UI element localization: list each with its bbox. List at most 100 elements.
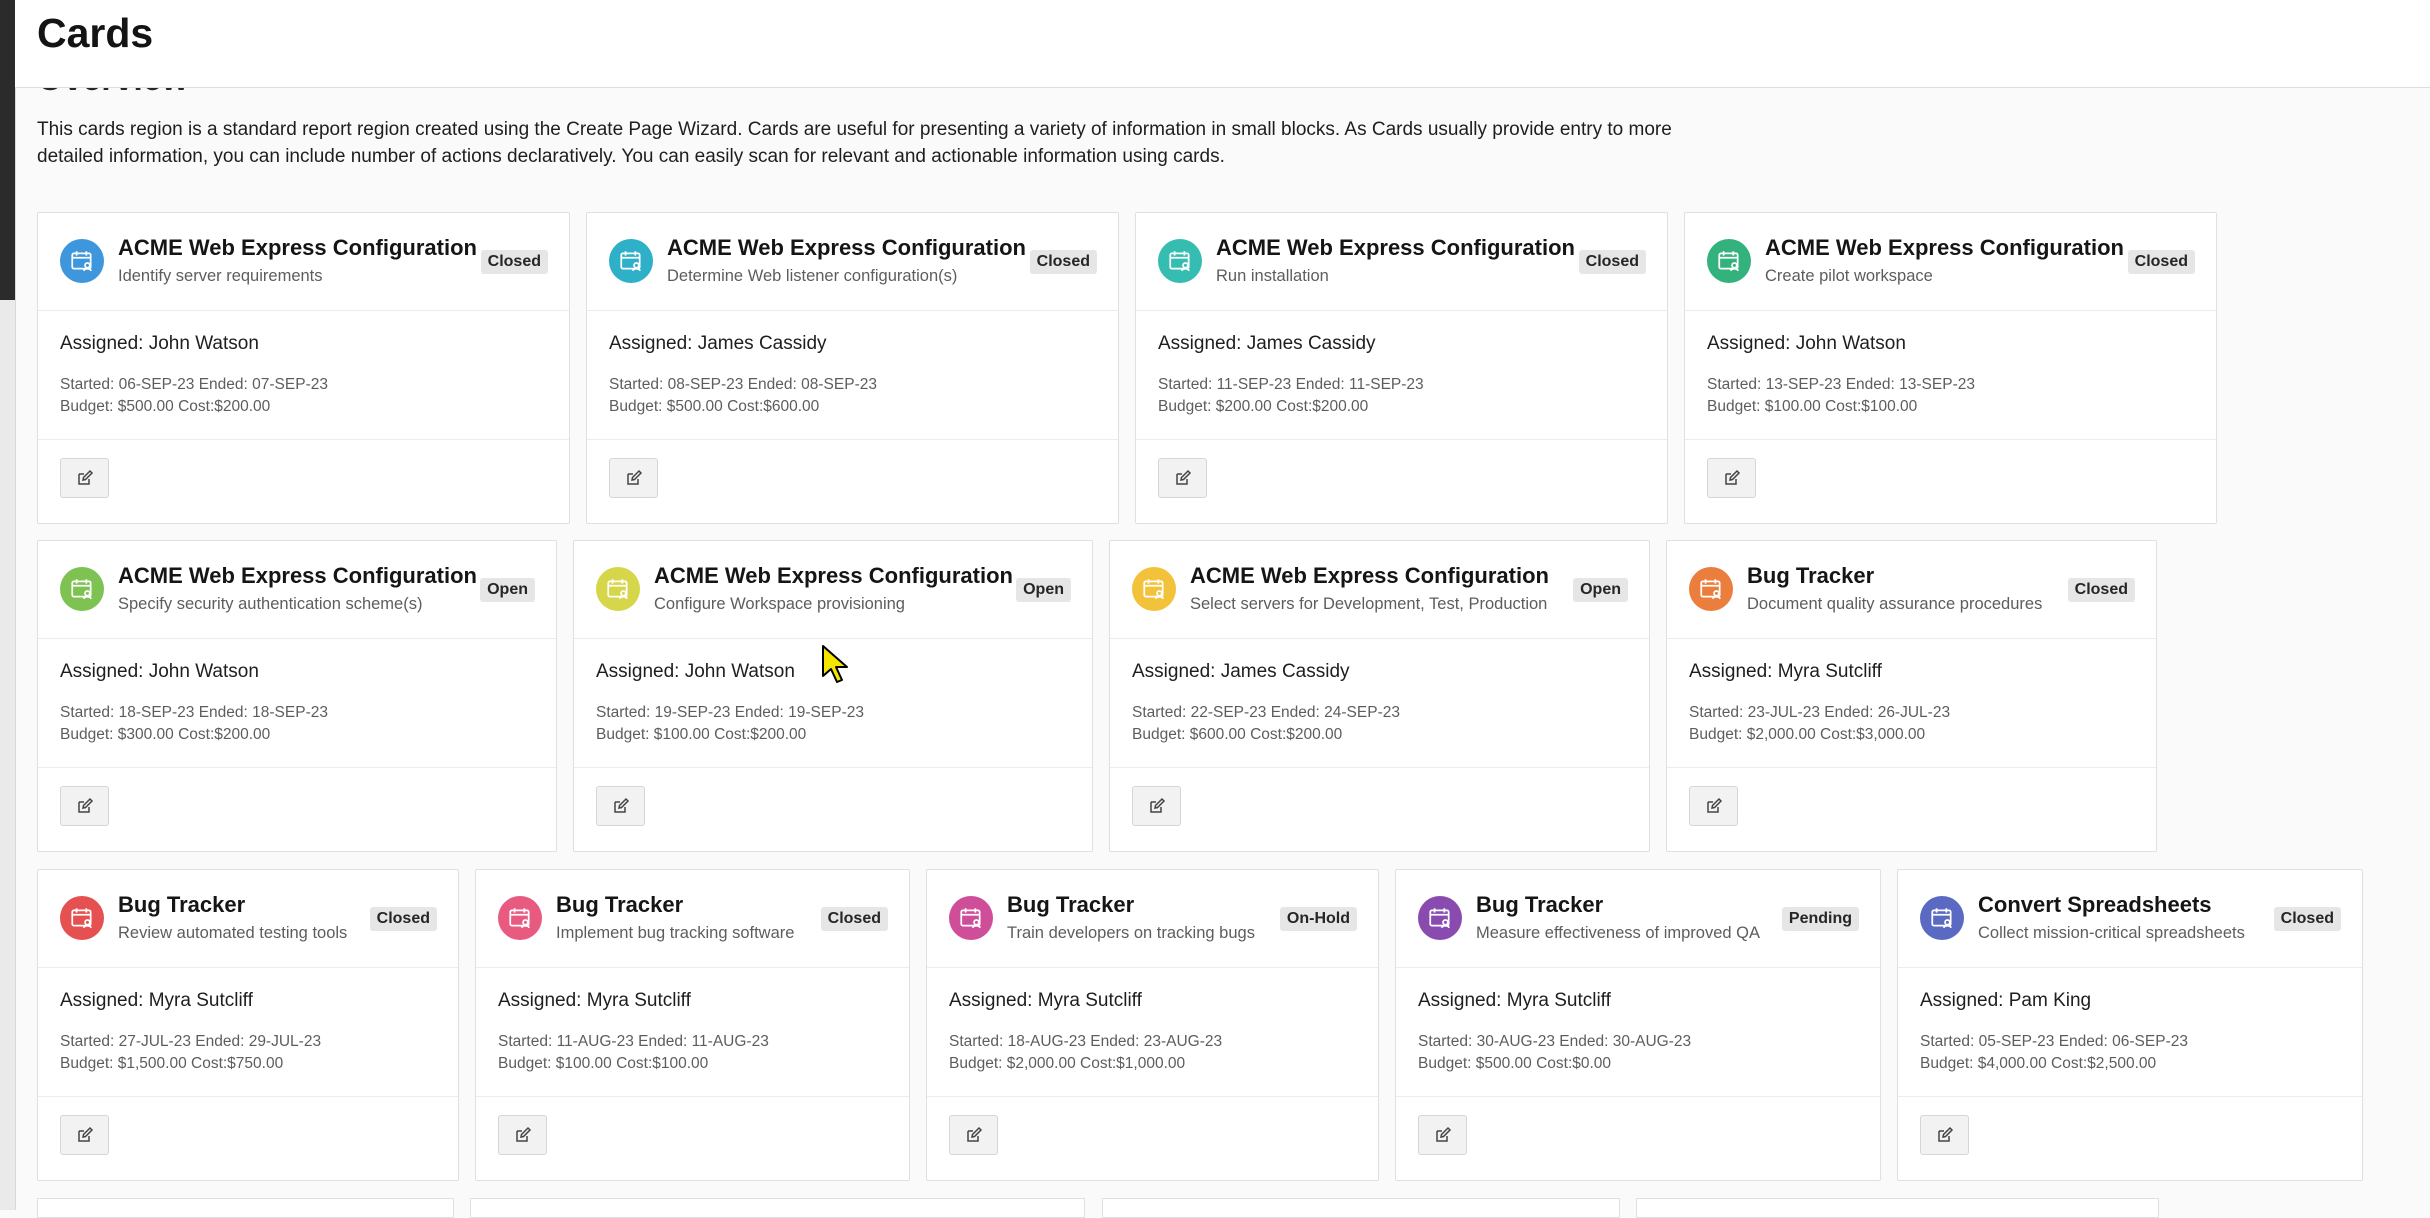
card-footer-divider bbox=[38, 1096, 458, 1097]
card: Bug Tracker Review automated testing tool… bbox=[37, 869, 459, 1181]
card-details: Started: 06-SEP-23 Ended: 07-SEP-23 Budge… bbox=[60, 374, 328, 418]
card-dates: Started: 11-SEP-23 Ended: 11-SEP-23 bbox=[1158, 376, 1424, 393]
calendar-person-icon bbox=[1418, 896, 1462, 940]
card-footer-divider bbox=[1898, 1096, 2362, 1097]
edit-pencil-icon bbox=[624, 468, 644, 488]
card-dates: Started: 27-JUL-23 Ended: 29-JUL-23 bbox=[60, 1033, 322, 1050]
card-title: ACME Web Express Configuration bbox=[118, 235, 477, 260]
edit-pencil-icon bbox=[75, 796, 95, 816]
status-badge: On-Hold bbox=[1279, 907, 1357, 931]
edit-button[interactable] bbox=[1920, 1115, 1969, 1155]
card-title: ACME Web Express Configuration bbox=[1190, 563, 1549, 588]
edit-pencil-icon bbox=[1722, 468, 1742, 488]
edit-button[interactable] bbox=[60, 786, 109, 826]
card-budget: Budget: $4,000.00 Cost:$2,500.00 bbox=[1920, 1055, 2157, 1072]
card-footer-divider bbox=[1667, 767, 2156, 768]
card-budget: Budget: $100.00 Cost:$100.00 bbox=[498, 1055, 709, 1072]
card-subtitle: Create pilot workspace bbox=[1765, 267, 1933, 285]
status-badge: Pending bbox=[1781, 907, 1859, 931]
card-budget: Budget: $100.00 Cost:$100.00 bbox=[1707, 398, 1918, 415]
card-footer-divider bbox=[1685, 439, 2216, 440]
card: Bug Tracker Measure effectiveness of impr… bbox=[1395, 869, 1881, 1181]
card-title: ACME Web Express Configuration bbox=[1765, 235, 2124, 260]
status-badge: Closed bbox=[2067, 578, 2135, 602]
card-title: ACME Web Express Configuration bbox=[654, 563, 1013, 588]
card-budget: Budget: $200.00 Cost:$200.00 bbox=[1158, 398, 1369, 415]
edit-button[interactable] bbox=[498, 1115, 547, 1155]
edit-button[interactable] bbox=[1707, 458, 1756, 498]
edit-button[interactable] bbox=[1158, 458, 1207, 498]
card-footer-divider bbox=[476, 1096, 909, 1097]
edit-button[interactable] bbox=[949, 1115, 998, 1155]
status-badge: Closed bbox=[480, 250, 548, 274]
card-details: Started: 13-SEP-23 Ended: 13-SEP-23 Budge… bbox=[1707, 374, 1975, 418]
card-partial bbox=[470, 1198, 1085, 1218]
calendar-person-icon bbox=[1158, 239, 1202, 283]
card-assigned: Assigned: Myra Sutcliff bbox=[1418, 990, 1611, 1011]
card-title: Bug Tracker bbox=[556, 892, 684, 917]
status-badge: Closed bbox=[2127, 250, 2195, 274]
edit-pencil-icon bbox=[1935, 1125, 1955, 1145]
edit-pencil-icon bbox=[611, 796, 631, 816]
status-badge: Open bbox=[1573, 578, 1628, 602]
edit-button[interactable] bbox=[596, 786, 645, 826]
edit-button[interactable] bbox=[1132, 786, 1181, 826]
calendar-person-icon bbox=[1132, 567, 1176, 611]
card-subtitle: Select servers for Development, Test, Pr… bbox=[1190, 595, 1548, 613]
card-subtitle: Implement bug tracking software bbox=[556, 924, 795, 942]
card-title: Bug Tracker bbox=[1007, 892, 1135, 917]
mouse-pointer-icon bbox=[822, 645, 848, 683]
card: Bug Tracker Train developers on tracking … bbox=[926, 869, 1379, 1181]
card-details: Started: 30-AUG-23 Ended: 30-AUG-23 Budge… bbox=[1418, 1031, 1691, 1075]
edit-pencil-icon bbox=[1147, 796, 1167, 816]
edit-button[interactable] bbox=[60, 458, 109, 498]
card-dates: Started: 18-AUG-23 Ended: 23-AUG-23 bbox=[949, 1033, 1223, 1050]
edit-button[interactable] bbox=[1689, 786, 1738, 826]
status-badge: Closed bbox=[2273, 907, 2341, 931]
card-dates: Started: 13-SEP-23 Ended: 13-SEP-23 bbox=[1707, 376, 1975, 393]
status-badge: Open bbox=[1016, 578, 1071, 602]
card: ACME Web Express Configuration Select ser… bbox=[1109, 540, 1650, 852]
card-budget: Budget: $500.00 Cost:$600.00 bbox=[609, 398, 820, 415]
card-details: Started: 23-JUL-23 Ended: 26-JUL-23 Budge… bbox=[1689, 702, 1950, 746]
card-subtitle: Measure effectiveness of improved QA bbox=[1476, 924, 1760, 942]
card-dates: Started: 30-AUG-23 Ended: 30-AUG-23 bbox=[1418, 1033, 1692, 1050]
card-title: ACME Web Express Configuration bbox=[118, 563, 477, 588]
card-footer-divider bbox=[38, 439, 569, 440]
card: Bug Tracker Implement bug tracking softwa… bbox=[475, 869, 910, 1181]
edit-button[interactable] bbox=[1418, 1115, 1467, 1155]
card-title: Bug Tracker bbox=[1747, 563, 1875, 588]
edit-pencil-icon bbox=[964, 1125, 984, 1145]
card-assigned: Assigned: Myra Sutcliff bbox=[949, 990, 1142, 1011]
card-dates: Started: 05-SEP-23 Ended: 06-SEP-23 bbox=[1920, 1033, 2188, 1050]
edit-pencil-icon bbox=[75, 1125, 95, 1145]
card-details: Started: 08-SEP-23 Ended: 08-SEP-23 Budge… bbox=[609, 374, 877, 418]
card-footer-divider bbox=[587, 439, 1118, 440]
card-footer-divider bbox=[927, 1096, 1378, 1097]
card-assigned: Assigned: John Watson bbox=[596, 661, 795, 682]
card-title: ACME Web Express Configuration bbox=[1216, 235, 1575, 260]
calendar-person-icon bbox=[949, 896, 993, 940]
card-header bbox=[38, 541, 556, 639]
card-header bbox=[574, 541, 1092, 639]
edit-pencil-icon bbox=[75, 468, 95, 488]
card-assigned: Assigned: James Cassidy bbox=[609, 333, 827, 354]
card-assigned: Assigned: Pam King bbox=[1920, 990, 2092, 1011]
card-assigned: Assigned: James Cassidy bbox=[1158, 333, 1376, 354]
card-title: Bug Tracker bbox=[1476, 892, 1604, 917]
edit-button[interactable] bbox=[60, 1115, 109, 1155]
card-footer-divider bbox=[38, 767, 556, 768]
status-badge: Closed bbox=[820, 907, 888, 931]
card-assigned: Assigned: John Watson bbox=[1707, 333, 1906, 354]
card-details: Started: 11-SEP-23 Ended: 11-SEP-23 Budge… bbox=[1158, 374, 1424, 418]
calendar-person-icon bbox=[1689, 567, 1733, 611]
calendar-person-icon bbox=[60, 567, 104, 611]
edit-button[interactable] bbox=[609, 458, 658, 498]
card-partial bbox=[37, 1198, 454, 1218]
card-title: Bug Tracker bbox=[118, 892, 246, 917]
card: ACME Web Express Configuration Determine … bbox=[586, 212, 1119, 524]
card-title: Convert Spreadsheets bbox=[1978, 892, 2212, 917]
calendar-person-icon bbox=[1707, 239, 1751, 283]
card: ACME Web Express Configuration Create pil… bbox=[1684, 212, 2217, 524]
card: ACME Web Express Configuration Identify s… bbox=[37, 212, 570, 524]
